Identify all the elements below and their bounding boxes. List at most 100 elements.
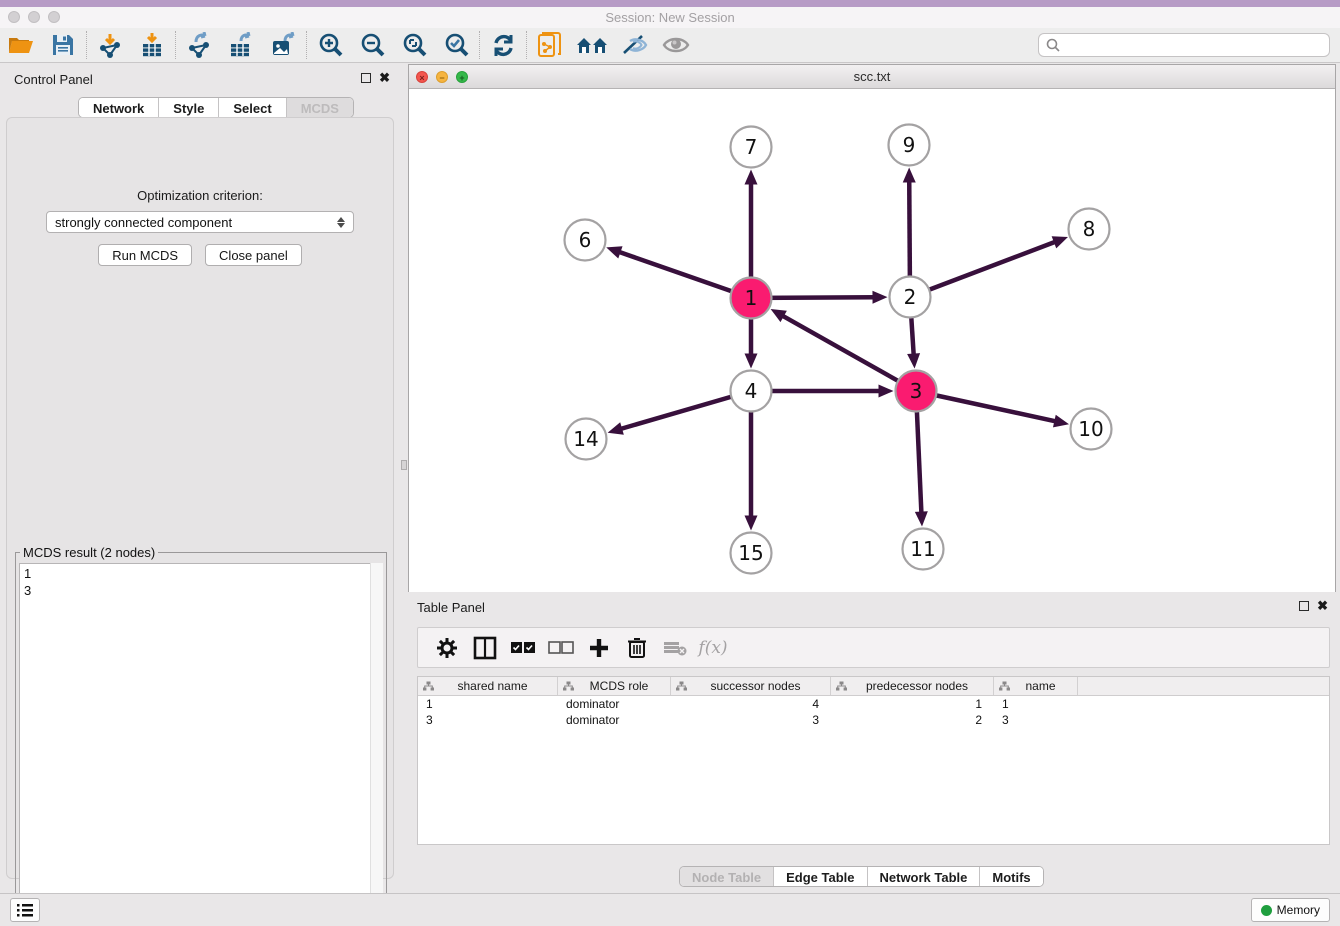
table-cell[interactable]: 2 bbox=[831, 712, 994, 728]
zoom-in-button[interactable] bbox=[309, 30, 351, 60]
table-cell[interactable]: 3 bbox=[994, 712, 1078, 728]
import-network-button[interactable] bbox=[89, 30, 131, 60]
tab-network[interactable]: Network bbox=[79, 98, 159, 117]
graph-node-label: 10 bbox=[1078, 417, 1103, 441]
mcds-result-group: MCDS result (2 nodes) 1 3 bbox=[15, 545, 387, 923]
table-settings-button[interactable] bbox=[428, 633, 466, 663]
deselect-all-button[interactable] bbox=[542, 633, 580, 663]
zoom-out-icon bbox=[359, 32, 386, 59]
graph-node-label: 1 bbox=[745, 286, 758, 310]
show-eye-button[interactable] bbox=[655, 30, 697, 60]
delete-table-button[interactable] bbox=[656, 633, 694, 663]
mcds-result-textarea[interactable]: 1 3 bbox=[19, 563, 383, 919]
table-row[interactable]: 3dominator323 bbox=[418, 712, 1329, 728]
float-table-panel-icon[interactable] bbox=[1299, 601, 1309, 611]
export-network-icon bbox=[186, 32, 212, 58]
table-cell[interactable]: dominator bbox=[558, 696, 671, 712]
close-panel-button[interactable]: Close panel bbox=[205, 244, 302, 266]
run-mcds-button[interactable]: Run MCDS bbox=[98, 244, 192, 266]
column-header[interactable]: name bbox=[994, 677, 1078, 695]
close-table-panel-icon[interactable]: ✖ bbox=[1317, 601, 1328, 611]
tab-network-table[interactable]: Network Table bbox=[868, 867, 981, 886]
edge-arrowhead-icon bbox=[608, 422, 624, 434]
application-window: Session: New Session bbox=[0, 0, 1340, 926]
zoom-fit-button[interactable] bbox=[393, 30, 435, 60]
add-column-button[interactable] bbox=[580, 633, 618, 663]
memory-button[interactable]: Memory bbox=[1251, 898, 1330, 922]
select-stepper-icon bbox=[337, 217, 345, 228]
column-header[interactable]: predecessor nodes bbox=[831, 677, 994, 695]
delete-table-icon bbox=[663, 639, 687, 657]
table-cell[interactable]: 4 bbox=[671, 696, 831, 712]
network-window-titlebar[interactable]: × − + scc.txt bbox=[409, 65, 1335, 89]
fx-icon: f(x) bbox=[698, 638, 727, 658]
divider-handle-icon[interactable] bbox=[401, 460, 407, 470]
graph-edge[interactable] bbox=[910, 241, 1057, 297]
plus-icon bbox=[588, 637, 610, 659]
column-header[interactable]: successor nodes bbox=[671, 677, 831, 695]
graph-node-label: 3 bbox=[910, 379, 923, 403]
column-hierarchy-icon bbox=[999, 681, 1010, 691]
column-header[interactable]: MCDS role bbox=[558, 677, 671, 695]
graph-edge[interactable] bbox=[781, 315, 916, 391]
open-session-button[interactable] bbox=[0, 30, 42, 60]
close-panel-icon[interactable]: ✖ bbox=[379, 73, 390, 83]
network-graph: 7968124314101511 bbox=[409, 89, 1335, 592]
import-table-button[interactable] bbox=[131, 30, 173, 60]
column-hierarchy-icon bbox=[676, 681, 687, 691]
table-panel: Table Panel ✖ bbox=[408, 595, 1340, 888]
tab-motifs[interactable]: Motifs bbox=[980, 867, 1042, 886]
export-table-button[interactable] bbox=[220, 30, 262, 60]
task-history-button[interactable] bbox=[10, 898, 40, 922]
result-scrollbar[interactable] bbox=[370, 563, 383, 919]
tab-select[interactable]: Select bbox=[219, 98, 286, 117]
control-panel-title: Control Panel bbox=[14, 72, 93, 87]
column-visibility-button[interactable] bbox=[466, 633, 504, 663]
apply-layout-button[interactable] bbox=[482, 30, 524, 60]
columns-icon bbox=[473, 636, 497, 660]
delete-column-button[interactable] bbox=[618, 633, 656, 663]
toolbar-separator bbox=[479, 31, 480, 59]
table-cell[interactable]: 1 bbox=[994, 696, 1078, 712]
duplicate-network-button[interactable] bbox=[529, 30, 571, 60]
zoom-selected-button[interactable] bbox=[435, 30, 477, 60]
zoom-out-button[interactable] bbox=[351, 30, 393, 60]
table-cell[interactable]: 3 bbox=[418, 712, 558, 728]
function-builder-button[interactable]: f(x) bbox=[694, 633, 732, 663]
edge-arrowhead-icon bbox=[879, 385, 894, 398]
save-session-button[interactable] bbox=[42, 30, 84, 60]
home-networks-button[interactable] bbox=[571, 30, 613, 60]
graph-node-label: 14 bbox=[573, 427, 598, 451]
table-cell[interactable]: 3 bbox=[671, 712, 831, 728]
network-canvas[interactable]: 7968124314101511 bbox=[409, 89, 1335, 592]
table-cell[interactable]: dominator bbox=[558, 712, 671, 728]
float-panel-icon[interactable] bbox=[361, 73, 371, 83]
column-hierarchy-icon bbox=[423, 681, 434, 691]
graph-node-label: 15 bbox=[738, 541, 763, 565]
table-cell[interactable]: 1 bbox=[418, 696, 558, 712]
zoom-fit-icon bbox=[401, 32, 428, 59]
toolbar-separator bbox=[175, 31, 176, 59]
column-header[interactable]: shared name bbox=[418, 677, 558, 695]
network-window-title: scc.txt bbox=[409, 69, 1335, 84]
hide-glasses-button[interactable] bbox=[613, 30, 655, 60]
tab-mcds[interactable]: MCDS bbox=[287, 98, 353, 117]
criterion-select[interactable]: strongly connected component bbox=[46, 211, 354, 233]
edge-arrowhead-icon bbox=[872, 291, 887, 304]
app-title: Session: New Session bbox=[0, 10, 1340, 25]
memory-status-icon bbox=[1261, 905, 1272, 916]
search-input[interactable] bbox=[1061, 35, 1329, 55]
export-image-button[interactable] bbox=[262, 30, 304, 60]
table-cell[interactable]: 1 bbox=[831, 696, 994, 712]
tab-style[interactable]: Style bbox=[159, 98, 219, 117]
export-network-button[interactable] bbox=[178, 30, 220, 60]
split-divider[interactable] bbox=[400, 66, 408, 888]
select-all-button[interactable] bbox=[504, 633, 542, 663]
tab-edge-table[interactable]: Edge Table bbox=[774, 867, 867, 886]
table-row[interactable]: 1dominator411 bbox=[418, 696, 1329, 712]
tab-node-table[interactable]: Node Table bbox=[680, 867, 774, 886]
duplicate-network-icon bbox=[537, 31, 563, 59]
graph-node-label: 8 bbox=[1083, 217, 1096, 241]
graph-edge[interactable] bbox=[916, 391, 1057, 422]
table-panel-tabs: Node Table Edge Table Network Table Moti… bbox=[679, 866, 1044, 887]
